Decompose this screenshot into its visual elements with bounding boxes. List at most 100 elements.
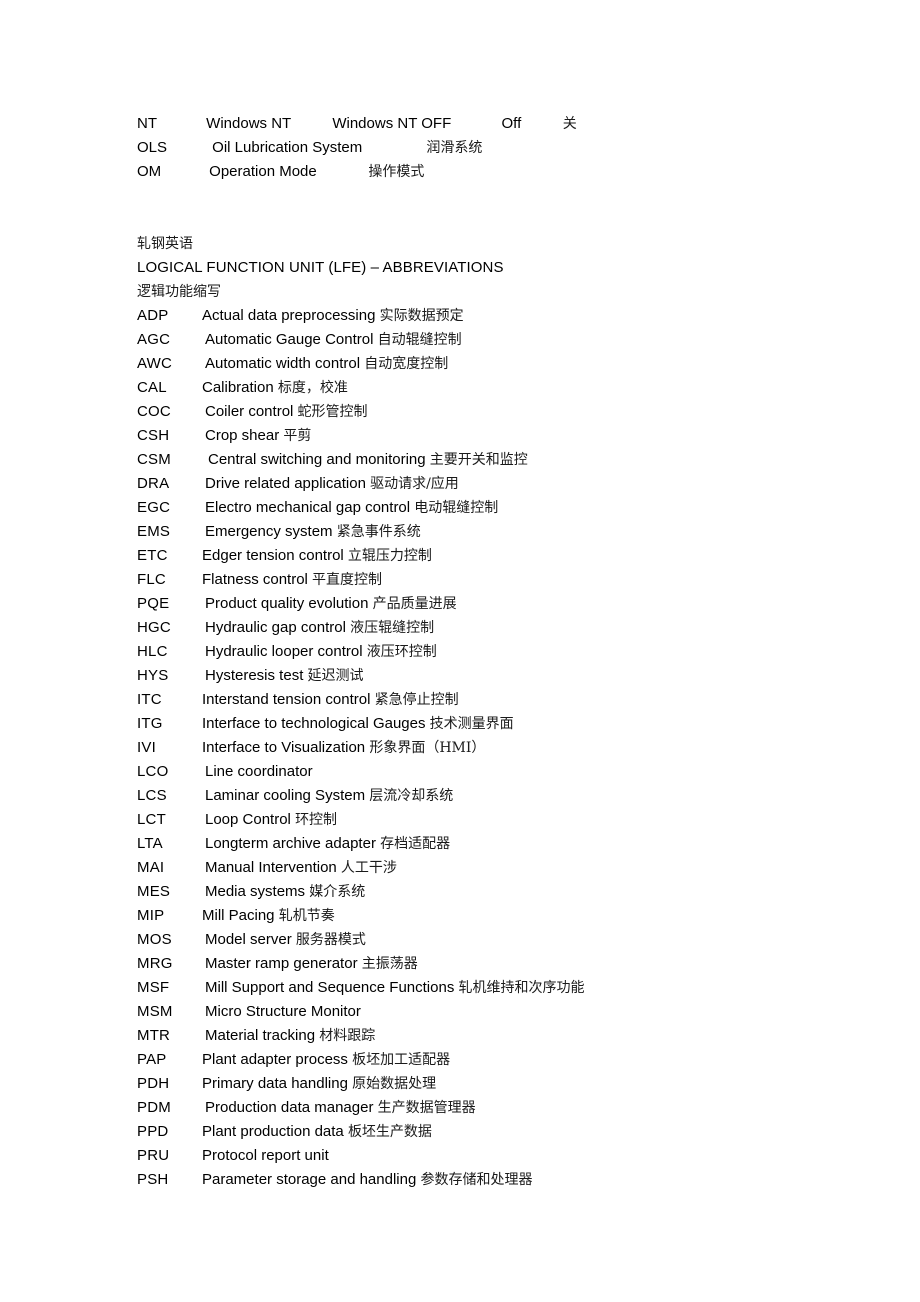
abbr-definition: Operation Mode <box>209 163 317 180</box>
abbr-key: DRA <box>137 475 170 492</box>
abbr-key: MTR <box>137 1027 171 1044</box>
abbreviation-row: DRA Drive related application 驱动请求/应用 <box>137 472 837 496</box>
abbr-key: EMS <box>137 523 171 540</box>
abbreviation-row: EGC Electro mechanical gap control 电动辊缝控制 <box>137 496 837 520</box>
abbr-definition-english: Protocol report unit <box>202 1147 329 1164</box>
abbreviation-row: LCS Laminar cooling System 层流冷却系统 <box>137 784 837 808</box>
abbreviation-row: EMS Emergency system 紧急事件系统 <box>137 520 837 544</box>
abbr-definition-english: Emergency system <box>205 523 337 540</box>
abbr-key: MSF <box>137 979 170 996</box>
abbr-definition: Hydraulic looper control 液压环控制 <box>202 640 437 664</box>
abbreviation-row: HYS Hysteresis test 延迟测试 <box>137 664 837 688</box>
abbr-definition: Emergency system 紧急事件系统 <box>202 520 421 544</box>
abbr-definition-english: Interface to technological Gauges <box>202 715 430 732</box>
abbr-key: PDM <box>137 1099 171 1116</box>
abbreviation-row: PAP Plant adapter process 板坯加工适配器 <box>137 1048 837 1072</box>
abbr-definition: Oil Lubrication System <box>212 139 363 156</box>
abbr-definition-english: Electro mechanical gap control <box>205 499 415 516</box>
abbreviation-row: MES Media systems 媒介系统 <box>137 880 837 904</box>
abbreviation-row: MSM Micro Structure Monitor <box>137 1000 837 1024</box>
abbr-key: ITC <box>137 691 162 708</box>
abbr-definition: Product quality evolution 产品质量进展 <box>202 592 457 616</box>
abbr-translation: 紧急停止控制 <box>374 692 459 708</box>
abbr-definition: Hydraulic gap control 液压辊缝控制 <box>202 616 434 640</box>
abbr-translation: 技术测量界面 <box>429 716 514 732</box>
abbr-definition: Model server 服务器模式 <box>202 928 366 952</box>
document-page: NT Windows NT Windows NT OFF Off 关 OLS O… <box>0 0 920 1302</box>
abbr-definition: Interface to technological Gauges 技术测量界面 <box>202 712 514 736</box>
abbreviation-row: HGC Hydraulic gap control 液压辊缝控制 <box>137 616 837 640</box>
abbr-definition-english: Model server <box>205 931 296 948</box>
abbr-definition: Hysteresis test 延迟测试 <box>202 664 364 688</box>
abbr-definition: Master ramp generator 主振荡器 <box>202 952 418 976</box>
abbr-translation: 立辊压力控制 <box>347 548 432 564</box>
abbr-translation: 润滑系统 <box>426 140 483 156</box>
document-body: NT Windows NT Windows NT OFF Off 关 OLS O… <box>137 112 837 1192</box>
abbr-definition: Edger tension control 立辊压力控制 <box>202 544 432 568</box>
abbr-state: Windows NT OFF <box>332 115 452 132</box>
abbr-key: HLC <box>137 643 168 660</box>
abbr-key: PSH <box>137 1171 169 1188</box>
abbr-definition-english: Automatic Gauge Control <box>205 331 378 348</box>
abbr-translation: 材料跟踪 <box>319 1028 376 1044</box>
abbr-definition-english: Laminar cooling System <box>205 787 370 804</box>
page-title: LOGICAL FUNCTION UNIT (LFE) – ABBREVIATI… <box>137 259 504 276</box>
abbr-translation: 主要开关和监控 <box>429 452 528 468</box>
abbr-key: LCT <box>137 811 166 828</box>
abbr-translation: 产品质量进展 <box>372 596 457 612</box>
abbr-definition-english: Drive related application <box>205 475 371 492</box>
abbr-definition: Coiler control 蛇形管控制 <box>202 400 368 424</box>
abbr-definition-english: Mill Support and Sequence Functions <box>205 979 459 996</box>
abbr-translation: 紧急事件系统 <box>336 524 421 540</box>
abbr-definition: Protocol report unit <box>202 1144 329 1168</box>
abbreviation-row: PPD Plant production data 板坯生产数据 <box>137 1120 837 1144</box>
abbreviation-row: MRG Master ramp generator 主振荡器 <box>137 952 837 976</box>
abbr-definition-english: Manual Intervention <box>205 859 341 876</box>
abbr-definition-english: Longterm archive adapter <box>205 835 381 852</box>
abbr-translation: 参数存储和处理器 <box>420 1172 533 1188</box>
abbreviation-row: ITG Interface to technological Gauges 技术测… <box>137 712 837 736</box>
abbr-key: IVI <box>137 739 156 756</box>
abbr-translation: 环控制 <box>295 812 338 828</box>
abbreviation-row: IVI Interface to Visualization 形象界面（HMI） <box>137 736 837 760</box>
abbr-translation: 存档适配器 <box>380 836 451 852</box>
abbr-translation: 轧机节奏 <box>278 908 335 924</box>
abbr-key: MSM <box>137 1003 173 1020</box>
abbr-definition-english: Parameter storage and handling <box>202 1171 421 1188</box>
abbr-definition-english: Line coordinator <box>205 763 313 780</box>
abbr-definition: Loop Control 环控制 <box>202 808 337 832</box>
abbr-definition: Plant adapter process 板坯加工适配器 <box>202 1048 450 1072</box>
abbr-definition-english: Plant adapter process <box>202 1051 353 1068</box>
abbreviation-row: MIP Mill Pacing 轧机节奏 <box>137 904 837 928</box>
abbreviation-row: FLC Flatness control 平直度控制 <box>137 568 837 592</box>
abbr-definition: Flatness control 平直度控制 <box>202 568 382 592</box>
abbr-key: MES <box>137 883 171 900</box>
abbreviation-row: MSF Mill Support and Sequence Functions 轧… <box>137 976 837 1000</box>
abbr-key: CSH <box>137 427 170 444</box>
abbr-definition: Central switching and monitoring 主要开关和监控 <box>202 448 528 472</box>
abbr-definition: Micro Structure Monitor <box>202 1000 361 1024</box>
abbr-definition-english: Master ramp generator <box>205 955 362 972</box>
abbr-definition: Material tracking 材料跟踪 <box>202 1024 375 1048</box>
abbr-definition-english: Primary data handling <box>202 1075 353 1092</box>
abbr-definition-english: Crop shear <box>205 427 284 444</box>
page-title-chinese: 逻辑功能缩写 <box>137 284 221 300</box>
abbreviation-row: PRU Protocol report unit <box>137 1144 837 1168</box>
abbr-definition: Mill Support and Sequence Functions 轧机维持… <box>202 976 584 1000</box>
abbr-definition: Plant production data 板坯生产数据 <box>202 1120 432 1144</box>
abbreviation-row: MAI Manual Intervention 人工干涉 <box>137 856 837 880</box>
abbr-translation: 平直度控制 <box>312 572 383 588</box>
abbr-key: AWC <box>137 355 173 372</box>
abbr-definition: Primary data handling 原始数据处理 <box>202 1072 436 1096</box>
abbr-translation: 原始数据处理 <box>352 1076 437 1092</box>
abbr-definition-english: Coiler control <box>205 403 298 420</box>
abbr-definition: Crop shear 平剪 <box>202 424 311 448</box>
abbr-definition: Interstand tension control 紧急停止控制 <box>202 688 459 712</box>
abbr-translation: 标度，校准 <box>277 380 348 396</box>
abbr-definition-english: Central switching and monitoring <box>208 451 430 468</box>
abbr-definition: Line coordinator <box>202 760 313 784</box>
abbreviation-row: PDH Primary data handling 原始数据处理 <box>137 1072 837 1096</box>
abbr-definition-english: Product quality evolution <box>205 595 373 612</box>
